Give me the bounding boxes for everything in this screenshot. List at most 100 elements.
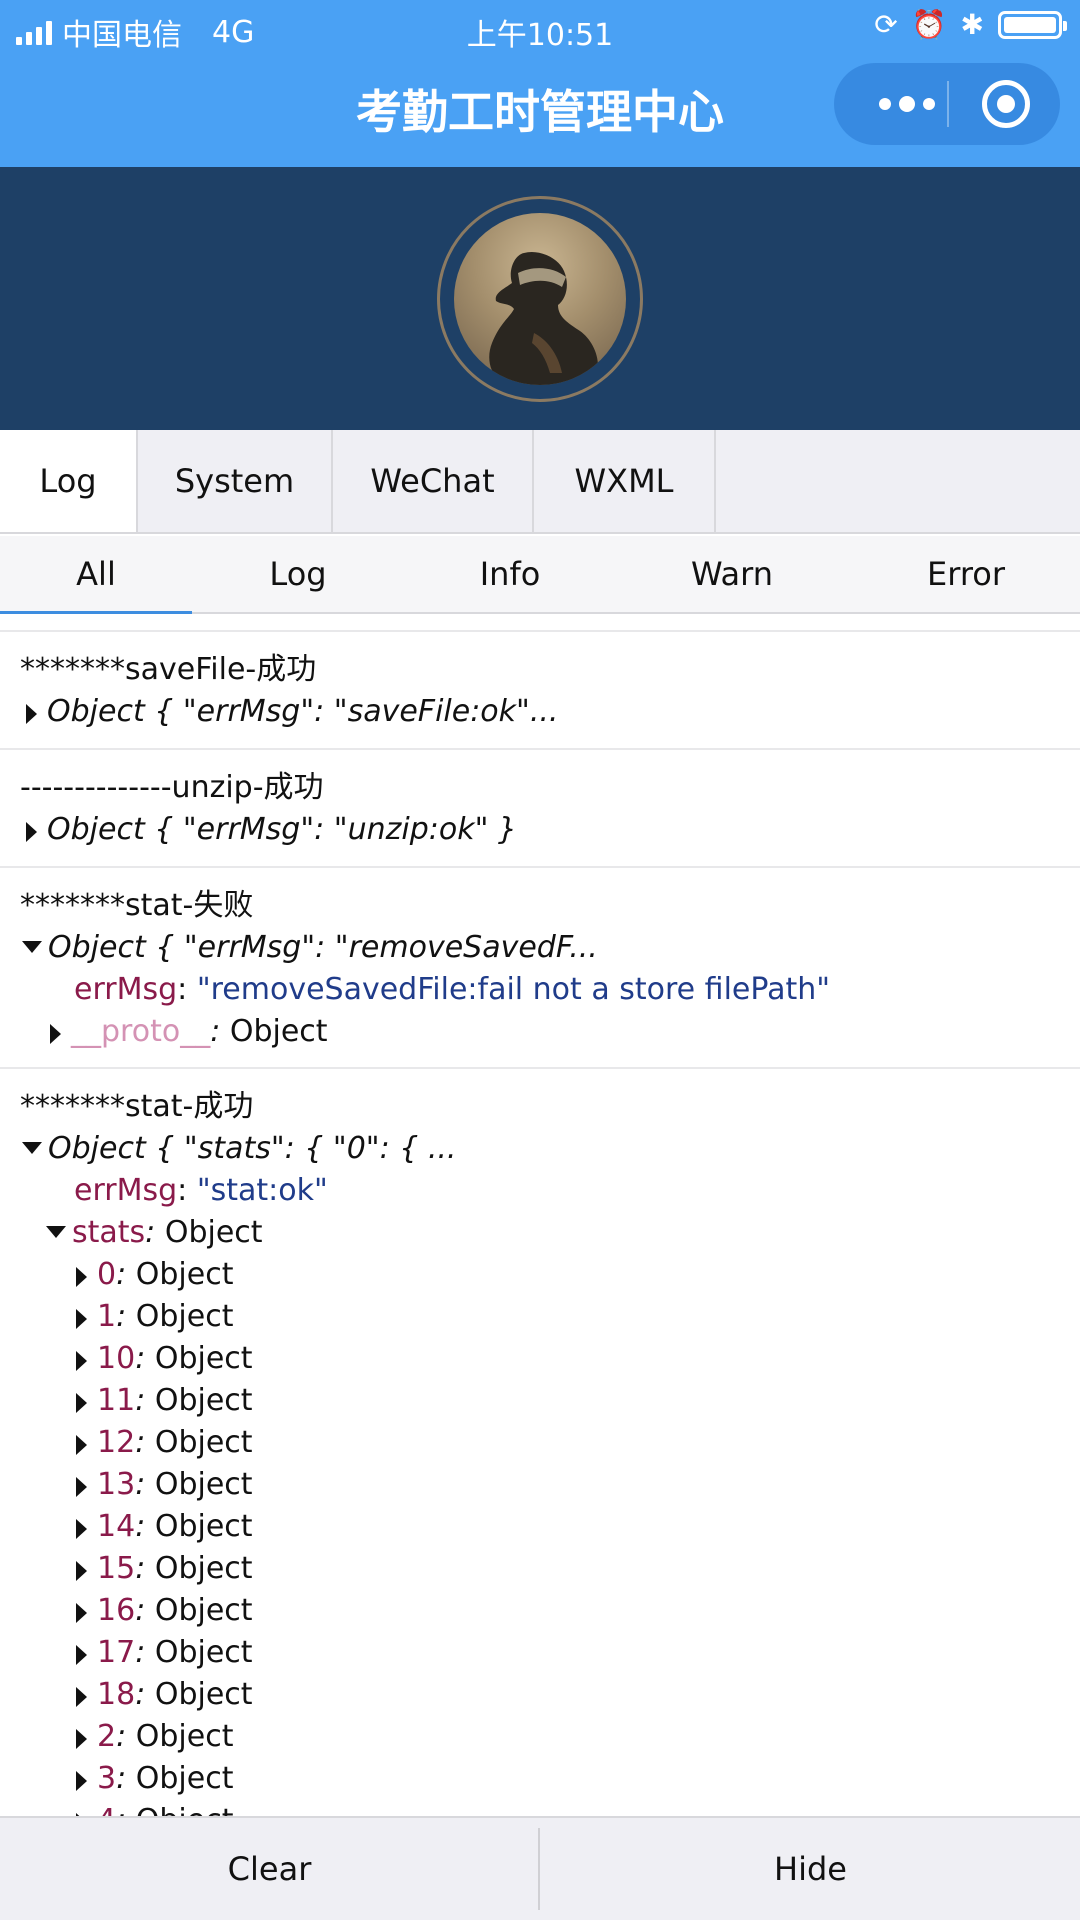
stats-item-value: Object — [154, 1341, 253, 1376]
more-icon[interactable] — [867, 63, 947, 145]
stats-item-key: 0 — [97, 1257, 117, 1292]
collapse-triangle-icon[interactable] — [22, 941, 42, 953]
stats-item-key: 15 — [97, 1551, 136, 1586]
clear-button[interactable]: Clear — [0, 1818, 539, 1920]
expand-triangle-icon[interactable] — [76, 1603, 87, 1623]
object-property: errMsg: "stat:ok" — [74, 1173, 328, 1208]
stats-item-key: 3 — [97, 1761, 117, 1796]
log-entry: *******saveFile-成功 Object { "errMsg": "s… — [0, 632, 1080, 750]
mini-program-capsule — [834, 63, 1060, 145]
stats-item-value: Object — [154, 1635, 253, 1670]
stats-item-row[interactable]: 4: Object — [76, 1801, 233, 1816]
battery-icon — [998, 11, 1067, 39]
stats-item-value: Object — [136, 1803, 234, 1816]
capsule-divider — [947, 81, 949, 127]
expand-triangle-icon[interactable] — [26, 704, 37, 724]
stats-item-key: 13 — [97, 1467, 136, 1502]
stats-item-key: 11 — [97, 1383, 136, 1418]
tab-wechat[interactable]: WeChat — [333, 430, 534, 532]
stats-item-row[interactable]: 2: Object — [76, 1717, 233, 1757]
expand-triangle-icon[interactable] — [76, 1519, 87, 1539]
stats-item-row[interactable]: 12: Object — [76, 1423, 253, 1463]
object-summary[interactable]: Object { "errMsg": "removeSavedF... — [22, 928, 598, 968]
expand-triangle-icon[interactable] — [76, 1771, 87, 1791]
stats-item-key: 4 — [97, 1803, 116, 1816]
stats-item-value: Object — [154, 1677, 253, 1712]
expand-triangle-icon[interactable] — [76, 1309, 87, 1329]
expand-triangle-icon[interactable] — [76, 1477, 87, 1497]
filter-info[interactable]: Info — [434, 536, 586, 612]
object-property[interactable]: stats: Object — [46, 1213, 263, 1253]
stats-item-row[interactable]: 0: Object — [76, 1255, 233, 1295]
vconsole-tabs: Log System WeChat WXML — [0, 430, 1080, 534]
collapse-triangle-icon[interactable] — [22, 1142, 42, 1154]
stats-item-value: Object — [154, 1593, 253, 1628]
bottom-bar: Clear Hide — [0, 1816, 1080, 1920]
filter-warn[interactable]: Warn — [656, 536, 808, 612]
stats-item-value: Object — [135, 1257, 234, 1292]
tab-log[interactable]: Log — [0, 430, 138, 532]
stats-item-key: 10 — [97, 1341, 136, 1376]
log-message: *******saveFile-成功 — [20, 652, 317, 687]
stats-item-row[interactable]: 16: Object — [76, 1591, 253, 1631]
expand-triangle-icon[interactable] — [76, 1561, 87, 1581]
hide-button[interactable]: Hide — [541, 1818, 1080, 1920]
log-filter-bar: All Log Info Warn Error — [0, 536, 1080, 614]
collapse-triangle-icon[interactable] — [46, 1226, 66, 1238]
stats-item-key: 16 — [97, 1593, 136, 1628]
stats-item-row[interactable]: 14: Object — [76, 1507, 253, 1547]
expand-triangle-icon[interactable] — [76, 1393, 87, 1413]
log-message: *******stat-失败 — [20, 888, 254, 923]
object-property[interactable]: __proto__: Object — [50, 1012, 328, 1052]
bluetooth-icon: ✱ — [960, 8, 984, 41]
log-message: *******stat-成功 — [20, 1089, 254, 1124]
stats-item-value: Object — [154, 1425, 253, 1460]
stats-item-row[interactable]: 3: Object — [76, 1759, 233, 1799]
avatar — [454, 213, 626, 385]
tab-system[interactable]: System — [138, 430, 333, 532]
stats-item-row[interactable]: 17: Object — [76, 1633, 253, 1673]
tab-wxml[interactable]: WXML — [534, 430, 716, 532]
rotation-lock-icon: ⟳ — [874, 8, 898, 41]
filter-error[interactable]: Error — [890, 536, 1042, 612]
expand-triangle-icon[interactable] — [76, 1267, 87, 1287]
stats-item-value: Object — [135, 1761, 234, 1796]
stats-item-value: Object — [154, 1467, 253, 1502]
log-entry: *******stat-失败 Object { "errMsg": "remov… — [0, 868, 1080, 1069]
stats-item-key: 17 — [97, 1635, 136, 1670]
stats-item-row[interactable]: 15: Object — [76, 1549, 253, 1589]
expand-triangle-icon[interactable] — [76, 1351, 87, 1371]
expand-triangle-icon[interactable] — [76, 1645, 87, 1665]
close-target-icon[interactable] — [982, 80, 1030, 128]
filter-log[interactable]: Log — [222, 536, 374, 612]
log-panel[interactable]: *******saveFile-成功 Object { "errMsg": "s… — [0, 630, 1080, 1816]
expand-triangle-icon[interactable] — [76, 1687, 87, 1707]
expand-triangle-icon[interactable] — [76, 1729, 87, 1749]
battery-fill — [1004, 17, 1056, 33]
status-right: ⟳ ⏰ ✱ — [874, 8, 1067, 41]
object-summary[interactable]: Object { "stats": { "0": { ... — [22, 1129, 456, 1169]
filter-all[interactable]: All — [0, 536, 192, 612]
status-bar: 中国电信 4G 上午10:51 ⟳ ⏰ ✱ — [0, 0, 1080, 54]
object-summary[interactable]: Object { "errMsg": "saveFile:ok"... — [26, 692, 558, 732]
stats-item-row[interactable]: 11: Object — [76, 1381, 253, 1421]
stats-item-key: 2 — [97, 1719, 117, 1754]
stats-item-value: Object — [154, 1383, 253, 1418]
stats-item-value: Object — [154, 1551, 253, 1586]
top-bar: 中国电信 4G 上午10:51 ⟳ ⏰ ✱ 考勤工时管理中心 — [0, 0, 1080, 167]
alarm-icon: ⏰ — [911, 8, 947, 41]
stats-item-key: 1 — [97, 1299, 117, 1334]
stats-item-row[interactable]: 13: Object — [76, 1465, 253, 1505]
expand-triangle-icon[interactable] — [50, 1024, 61, 1044]
expand-triangle-icon[interactable] — [26, 822, 37, 842]
object-property: errMsg: "removeSavedFile:fail not a stor… — [74, 972, 831, 1007]
log-entry: *******stat-成功 Object { "stats": { "0": … — [0, 1069, 1080, 1816]
stats-item-key: 18 — [97, 1677, 136, 1712]
stats-item-row[interactable]: 10: Object — [76, 1339, 253, 1379]
object-summary[interactable]: Object { "errMsg": "unzip:ok" } — [26, 810, 517, 850]
log-message: --------------unzip-成功 — [20, 770, 324, 805]
expand-triangle-icon[interactable] — [76, 1435, 87, 1455]
stats-item-row[interactable]: 18: Object — [76, 1675, 253, 1715]
stats-item-value: Object — [135, 1299, 234, 1334]
stats-item-row[interactable]: 1: Object — [76, 1297, 233, 1337]
